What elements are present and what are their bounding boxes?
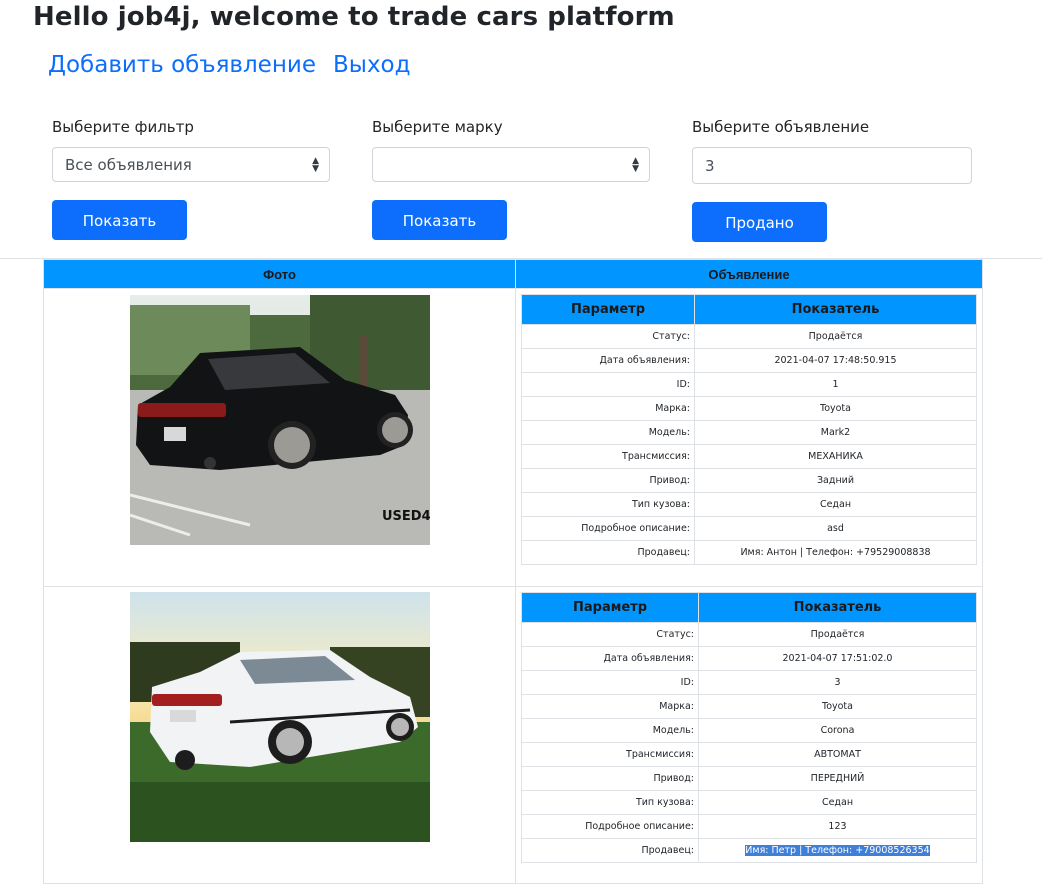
detail-row: Статус: Продаётся xyxy=(521,622,977,647)
sold-button[interactable]: Продано xyxy=(692,202,827,242)
value-column-header: Показатель xyxy=(694,294,977,325)
detail-row: Статус: Продаётся xyxy=(521,324,977,349)
detail-row: Подробное описание: 123 xyxy=(521,814,977,839)
show-brand-button[interactable]: Показать xyxy=(372,200,507,240)
value-cell: Toyota xyxy=(698,694,977,719)
detail-row: Подробное описание: asd xyxy=(521,516,977,541)
ad-id-input[interactable] xyxy=(692,147,972,184)
ads-table: Фото Объявление USED4 Параметр Показател… xyxy=(43,259,983,884)
value-cell: Задний xyxy=(694,468,977,493)
param-cell: Трансмиссия: xyxy=(521,742,699,767)
detail-row: Привод: Задний xyxy=(521,468,977,493)
photo-column-header: Фото xyxy=(43,259,516,289)
value-cell: Продаётся xyxy=(694,324,977,349)
value-cell: 3 xyxy=(698,670,977,695)
detail-row: Привод: ПЕРЕДНИЙ xyxy=(521,766,977,791)
value-cell: МЕХАНИКА xyxy=(694,444,977,469)
value-cell: ПЕРЕДНИЙ xyxy=(698,766,977,791)
ad-details-table: Параметр Показатель Статус: Продаётся Дат… xyxy=(521,592,977,863)
detail-row: ID: 1 xyxy=(521,372,977,397)
ad-details-cell: Параметр Показатель Статус: Продаётся Дат… xyxy=(515,586,983,884)
detail-row: Модель: Mark2 xyxy=(521,420,977,445)
brand-label: Выберите марку xyxy=(372,118,503,136)
value-column-header: Показатель xyxy=(698,592,977,623)
detail-row: Марка: Toyota xyxy=(521,396,977,421)
value-cell: 2021-04-07 17:48:50.915 xyxy=(694,348,977,373)
param-cell: Тип кузова: xyxy=(521,790,699,815)
detail-row: Трансмиссия: МЕХАНИКА xyxy=(521,444,977,469)
brand-select[interactable]: ▲ ▼ xyxy=(372,147,650,182)
param-cell: Привод: xyxy=(521,468,695,493)
value-cell: asd xyxy=(694,516,977,541)
details-header-row: Параметр Показатель xyxy=(521,294,977,325)
param-cell: Марка: xyxy=(521,694,699,719)
param-column-header: Параметр xyxy=(521,592,699,623)
param-cell: Привод: xyxy=(521,766,699,791)
param-cell: Подробное описание: xyxy=(521,814,699,839)
param-cell: Подробное описание: xyxy=(521,516,695,541)
param-cell: Статус: xyxy=(521,622,699,647)
ad-details-table: Параметр Показатель Статус: Продаётся Дат… xyxy=(521,294,977,565)
value-cell: 123 xyxy=(698,814,977,839)
param-cell: ID: xyxy=(521,670,699,695)
photo-cell: USED4 xyxy=(43,288,516,587)
param-cell: Марка: xyxy=(521,396,695,421)
value-cell: Продаётся xyxy=(698,622,977,647)
detail-row: Тип кузова: Седан xyxy=(521,492,977,517)
value-cell: Имя: Петр | Телефон: +79008526354 xyxy=(698,838,977,863)
select-arrows-icon: ▲ ▼ xyxy=(312,155,319,174)
value-cell: АВТОМАТ xyxy=(698,742,977,767)
seller-value-selected: Имя: Петр | Телефон: +79008526354 xyxy=(745,845,930,856)
watermark-text: USED4 xyxy=(382,509,430,524)
car-photo-mark2: USED4 xyxy=(130,295,430,545)
value-cell: 1 xyxy=(694,372,977,397)
value-cell: Corona xyxy=(698,718,977,743)
detail-row: Продавец: Имя: Петр | Телефон: +790085263… xyxy=(521,838,977,863)
select-arrows-icon: ▲ ▼ xyxy=(632,155,639,174)
filter-select[interactable]: Все объявления ▲ ▼ xyxy=(52,147,330,182)
detail-row: Марка: Toyota xyxy=(521,694,977,719)
param-cell: Дата объявления: xyxy=(521,348,695,373)
ad-row: USED4 Параметр Показатель Статус: Продаё… xyxy=(43,288,983,587)
ad-label: Выберите объявление xyxy=(692,118,870,136)
show-filter-button[interactable]: Показать xyxy=(52,200,187,240)
param-cell: Модель: xyxy=(521,718,699,743)
detail-row: Трансмиссия: АВТОМАТ xyxy=(521,742,977,767)
ad-row: Параметр Показатель Статус: Продаётся Дат… xyxy=(43,586,983,884)
filter-select-value: Все объявления xyxy=(65,156,192,174)
detail-row: ID: 3 xyxy=(521,670,977,695)
param-cell: Тип кузова: xyxy=(521,492,695,517)
value-cell: Mark2 xyxy=(694,420,977,445)
car-photo-corona xyxy=(130,592,430,842)
param-cell: Трансмиссия: xyxy=(521,444,695,469)
value-cell: Имя: Антон | Телефон: +79529008838 xyxy=(694,540,977,565)
details-header-row: Параметр Показатель xyxy=(521,592,977,623)
value-cell: 2021-04-07 17:51:02.0 xyxy=(698,646,977,671)
param-cell: Продавец: xyxy=(521,540,695,565)
detail-row: Тип кузова: Седан xyxy=(521,790,977,815)
detail-row: Модель: Corona xyxy=(521,718,977,743)
ad-column-header: Объявление xyxy=(515,259,983,289)
param-cell: Продавец: xyxy=(521,838,699,863)
param-cell: Дата объявления: xyxy=(521,646,699,671)
value-cell: Седан xyxy=(698,790,977,815)
value-cell: Седан xyxy=(694,492,977,517)
value-cell: Toyota xyxy=(694,396,977,421)
param-cell: Модель: xyxy=(521,420,695,445)
logout-link[interactable]: Выход xyxy=(333,52,411,78)
detail-row: Дата объявления: 2021-04-07 17:51:02.0 xyxy=(521,646,977,671)
filter-label: Выберите фильтр xyxy=(52,118,194,136)
detail-row: Дата объявления: 2021-04-07 17:48:50.915 xyxy=(521,348,977,373)
ads-table-header-row: Фото Объявление xyxy=(43,259,983,289)
param-column-header: Параметр xyxy=(521,294,695,325)
photo-cell xyxy=(43,586,516,884)
param-cell: ID: xyxy=(521,372,695,397)
detail-row: Продавец: Имя: Антон | Телефон: +79529008… xyxy=(521,540,977,565)
param-cell: Статус: xyxy=(521,324,695,349)
page-title: Hello job4j, welcome to trade cars platf… xyxy=(33,2,675,32)
add-ad-link[interactable]: Добавить объявление xyxy=(48,52,316,78)
ad-details-cell: Параметр Показатель Статус: Продаётся Дат… xyxy=(515,288,983,587)
